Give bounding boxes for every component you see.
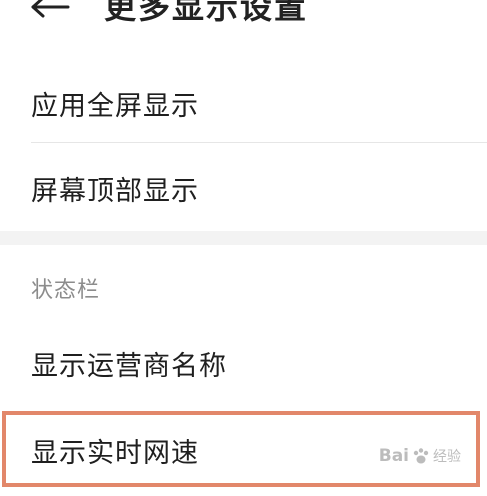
list-item-label: 应用全屏显示 <box>31 90 199 122</box>
watermark-sub: 经验 <box>433 449 461 465</box>
baidu-watermark: Bai 经验 <box>379 446 461 466</box>
section-header-status-bar: 状态栏 <box>31 278 101 303</box>
app-header: 更多显示设置 <box>0 0 487 38</box>
list-item-label: 屏幕顶部显示 <box>31 175 199 207</box>
divider <box>31 142 487 143</box>
list-item-app-fullscreen[interactable]: 应用全屏显示 <box>0 66 487 140</box>
paw-icon <box>413 448 429 464</box>
page-title: 更多显示设置 <box>104 0 309 26</box>
back-arrow-icon <box>31 0 70 18</box>
list-item-top-of-screen[interactable]: 屏幕顶部显示 <box>0 150 487 226</box>
list-item-label: 显示运营商名称 <box>31 350 227 382</box>
watermark-brand: Bai <box>378 446 409 466</box>
list-item-label: 显示实时网速 <box>31 437 199 469</box>
back-button[interactable] <box>28 0 72 24</box>
section-separator <box>0 231 487 245</box>
list-item-show-carrier-name[interactable]: 显示运营商名称 <box>0 326 487 400</box>
